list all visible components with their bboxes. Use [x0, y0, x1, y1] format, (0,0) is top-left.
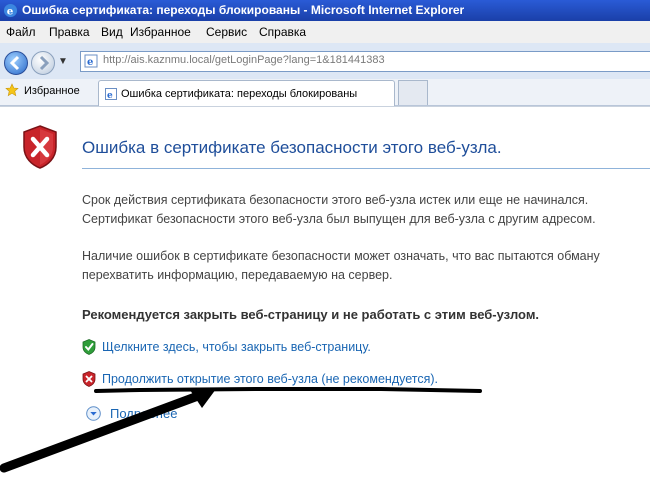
window-title: Ошибка сертификата: переходы блокированы… [22, 3, 465, 17]
favorites-button[interactable]: Избранное [24, 85, 80, 97]
arrow-left-icon [9, 55, 20, 71]
ie-logo-icon: e [3, 3, 18, 17]
window-titlebar: e Ошибка сертификата: переходы блокирова… [0, 0, 650, 21]
arrow-right-icon [39, 55, 50, 71]
address-url: http://ais.kaznmu.local/getLoginPage?lan… [103, 54, 385, 66]
star-icon[interactable] [5, 83, 19, 97]
menu-edit[interactable]: Правка [49, 25, 90, 39]
svg-text:e: e [7, 5, 14, 17]
more-info-link[interactable]: Подробнее [110, 406, 177, 421]
warning-line-2: перехватить информацию, передаваемую на … [82, 268, 393, 282]
menu-view[interactable]: Вид [101, 25, 123, 39]
menu-bar: Файл Правка Вид Избранное Сервис Справка [0, 21, 650, 44]
ie-page-icon: e [84, 54, 98, 68]
history-dropdown-icon[interactable]: ▼ [58, 56, 68, 67]
address-field[interactable]: e http://ais.kaznmu.local/getLoginPage?l… [80, 51, 650, 72]
svg-text:e: e [107, 91, 113, 100]
menu-file[interactable]: Файл [6, 25, 36, 39]
description-line-1: Срок действия сертификата безопасности э… [82, 193, 589, 207]
continue-site-link-text[interactable]: Продолжить открытие этого веб-узла (не р… [102, 372, 438, 386]
menu-tools[interactable]: Сервис [206, 25, 247, 39]
back-button[interactable] [4, 51, 28, 75]
ie-page-icon: e [105, 88, 117, 100]
menu-help[interactable]: Справка [259, 25, 306, 39]
recommendation-text: Рекомендуется закрыть веб-страницу и не … [82, 307, 540, 322]
forward-button[interactable] [31, 51, 55, 75]
error-description: Срок действия сертификата безопасности э… [82, 191, 596, 229]
tab-active[interactable]: e Ошибка сертификата: переходы блокирова… [98, 80, 395, 106]
svg-text:e: e [87, 57, 93, 68]
green-shield-check-icon [82, 339, 96, 355]
tab-title: Ошибка сертификата: переходы блокированы [121, 88, 358, 100]
error-shield-icon [23, 125, 57, 169]
warning-description: Наличие ошибок в сертификате безопасност… [82, 247, 600, 285]
menu-favorites[interactable]: Избранное [130, 25, 191, 39]
close-page-link-text[interactable]: Щелкните здесь, чтобы закрыть веб-страни… [102, 340, 371, 354]
red-shield-x-icon [82, 371, 96, 387]
chevron-down-circle-icon [86, 406, 101, 421]
new-tab-button[interactable] [398, 80, 428, 105]
warning-line-1: Наличие ошибок в сертификате безопасност… [82, 249, 600, 263]
description-line-2: Сертификат безопасности этого веб-узла б… [82, 212, 596, 226]
page-content [0, 106, 650, 477]
page-title: Ошибка в сертификате безопасности этого … [82, 138, 502, 157]
title-divider [82, 168, 650, 169]
